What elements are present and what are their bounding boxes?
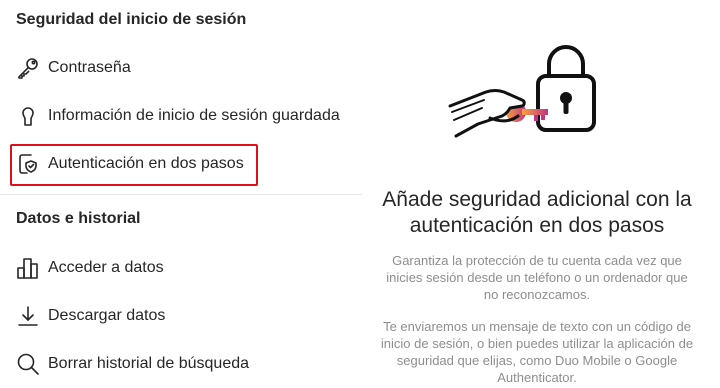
settings-menu: Seguridad del inicio de sesión Contraseñ…	[0, 0, 362, 388]
menu-item-label: Contraseña	[48, 59, 131, 76]
section-title-login-security: Seguridad del inicio de sesión	[16, 11, 247, 28]
bar-chart-icon	[16, 256, 40, 280]
two-factor-detail-panel: Añade seguridad adicional con la autenti…	[370, 0, 720, 388]
highlight-box	[10, 144, 258, 186]
detail-headline: Añade seguridad adicional con la autenti…	[382, 188, 692, 237]
menu-item-clear-search-history[interactable]: Borrar historial de búsqueda	[16, 346, 249, 382]
menu-item-access-data[interactable]: Acceder a datos	[16, 250, 164, 286]
menu-item-label: Borrar historial de búsqueda	[48, 355, 250, 372]
hand-key-padlock-icon	[446, 40, 606, 155]
download-icon	[16, 304, 40, 328]
key-icon	[16, 56, 40, 80]
saved-login-icon	[16, 104, 40, 128]
menu-item-password[interactable]: Contraseña	[16, 50, 131, 86]
menu-item-label: Acceder a datos	[48, 259, 164, 276]
divider	[0, 194, 362, 195]
menu-item-download-data[interactable]: Descargar datos	[16, 298, 165, 334]
menu-item-saved-login-info[interactable]: Información de inicio de sesión guardada	[16, 98, 340, 134]
section-title-data-history: Datos e historial	[16, 210, 141, 227]
detail-paragraph-1: Garantiza la protección de tu cuenta cad…	[386, 253, 688, 302]
search-icon	[16, 352, 40, 376]
menu-item-label: Información de inicio de sesión guardada	[48, 107, 340, 124]
detail-paragraph-2: Te enviaremos un mensaje de texto con un…	[380, 319, 694, 385]
menu-item-label: Descargar datos	[48, 307, 166, 324]
